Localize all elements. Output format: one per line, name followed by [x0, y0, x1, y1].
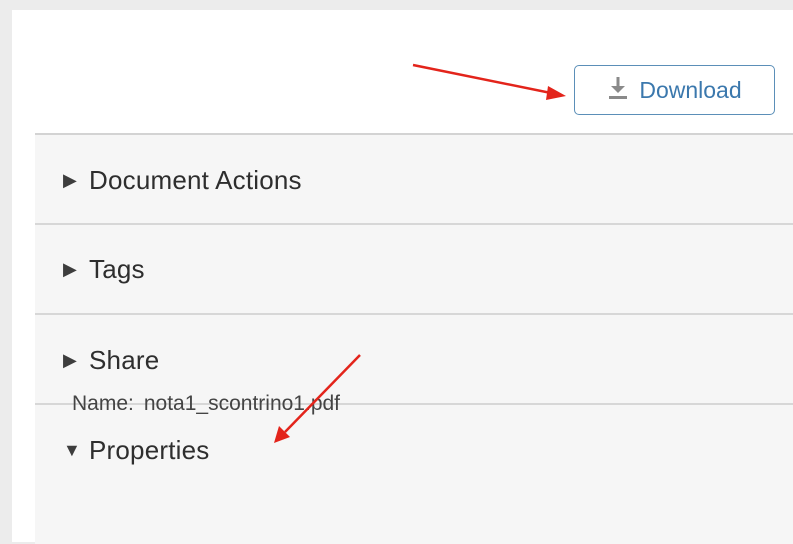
section-header-tags[interactable]: ▶ Tags [63, 252, 145, 286]
section-label: Document Actions [89, 164, 302, 195]
caret-right-icon: ▶ [63, 350, 77, 370]
section-label: Properties [89, 434, 210, 465]
section-header-properties[interactable]: ▼ Properties [63, 433, 210, 467]
property-name-row: Name: nota1_scontrino1.pdf [72, 392, 340, 416]
download-label: Download [639, 76, 742, 103]
caret-right-icon: ▶ [63, 259, 77, 279]
section-label: Tags [89, 253, 145, 284]
section-header-document-actions[interactable]: ▶ Document Actions [63, 163, 302, 197]
section-header-share[interactable]: ▶ Share [63, 343, 159, 377]
property-value: nota1_scontrino1.pdf [143, 392, 341, 415]
sidebar-window: Download ▶ Document Actions ▶ Tags ▶ Sha… [12, 10, 793, 544]
download-button[interactable]: Download [574, 65, 775, 115]
section-label: Share [89, 344, 160, 375]
property-key: Name: [72, 392, 134, 415]
caret-down-icon: ▼ [63, 440, 81, 460]
download-icon [607, 76, 639, 105]
section-tags: ▶ Tags [35, 225, 793, 315]
accordion-panel: ▶ Document Actions ▶ Tags ▶ Share ▼ Prop… [35, 133, 793, 544]
section-document-actions: ▶ Document Actions [35, 135, 793, 225]
caret-right-icon: ▶ [63, 170, 77, 190]
section-properties: ▼ Properties [35, 405, 793, 544]
